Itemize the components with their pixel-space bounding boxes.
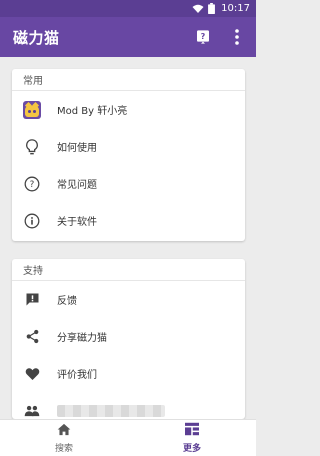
support-section-header: 支持 [12, 259, 245, 281]
rate-label: 评价我们 [57, 370, 97, 381]
app-title: 磁力猫 [13, 28, 60, 47]
share-row[interactable]: 分享磁力猫 [12, 318, 245, 355]
group-row[interactable] [12, 392, 245, 419]
blurred-label [57, 404, 165, 417]
app-avatar [23, 100, 41, 119]
home-icon [57, 423, 71, 439]
faq-label: 常见问题 [57, 180, 97, 191]
group-icon [23, 402, 41, 420]
common-card: 常用 Mod By 轩小亮 如何使用 ? 常见问题 关于软件 [12, 69, 245, 241]
nav-more-label: 更多 [182, 444, 201, 454]
dashboard-icon [184, 422, 200, 439]
help-circle-icon: ? [23, 175, 41, 193]
common-section-header: 常用 [12, 69, 245, 91]
share-icon [23, 328, 41, 346]
help-icon[interactable]: ? [192, 26, 214, 48]
feedback-icon [23, 291, 41, 309]
nav-search[interactable]: 搜索 [0, 420, 128, 456]
feedback-label: 反馈 [57, 296, 77, 307]
lightbulb-icon [23, 138, 41, 156]
wifi-icon [192, 4, 204, 14]
feedback-row[interactable]: 反馈 [12, 281, 245, 318]
support-card: 支持 反馈 分享磁力猫 评价我们 [12, 259, 245, 419]
how-to-use-label: 如何使用 [57, 143, 97, 154]
app-bar-actions: ? [192, 17, 248, 57]
status-bar: 10:17 [0, 0, 256, 17]
bottom-navigation: 搜索 更多 [0, 419, 256, 456]
nav-search-label: 搜索 [54, 443, 73, 454]
app-bar: 磁力猫 ? [0, 17, 256, 57]
info-icon [23, 212, 41, 230]
about-label: 关于软件 [57, 217, 97, 228]
more-vert-icon[interactable] [226, 26, 248, 48]
battery-icon [208, 3, 216, 14]
mod-by-label: Mod By 轩小亮 [57, 106, 128, 117]
status-time: 10:17 [221, 3, 250, 14]
mod-by-row[interactable]: Mod By 轩小亮 [12, 91, 245, 128]
faq-row[interactable]: ? 常见问题 [12, 165, 245, 202]
svg-text:?: ? [201, 32, 206, 41]
nav-more[interactable]: 更多 [128, 420, 256, 456]
share-label: 分享磁力猫 [57, 333, 107, 344]
heart-icon [23, 365, 41, 383]
rate-row[interactable]: 评价我们 [12, 355, 245, 392]
how-to-use-row[interactable]: 如何使用 [12, 128, 245, 165]
about-row[interactable]: 关于软件 [12, 202, 245, 239]
svg-text:?: ? [30, 180, 35, 190]
